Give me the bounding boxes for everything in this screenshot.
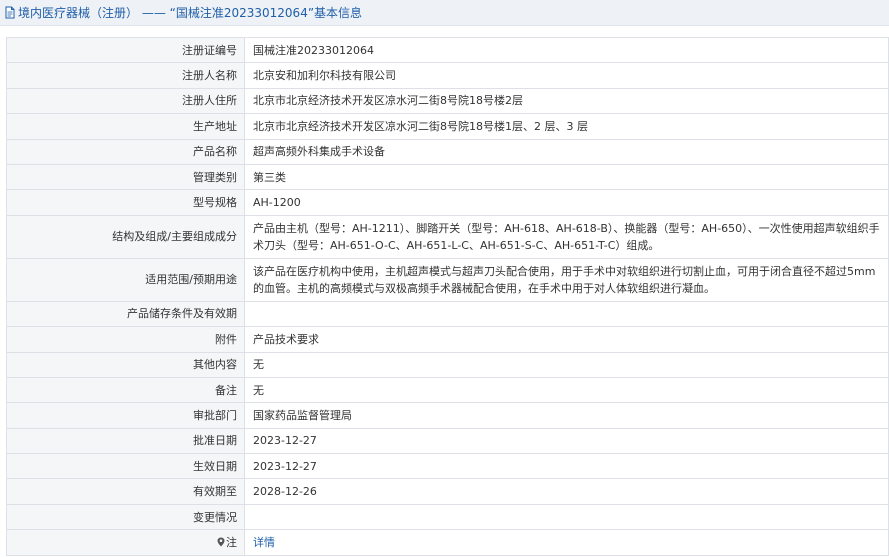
field-label: 管理类别: [6, 163, 245, 191]
field-value: 2023-12-27: [244, 427, 889, 455]
field-value: 2023-12-27: [244, 453, 889, 480]
field-label: 其他内容: [6, 351, 245, 378]
details-link[interactable]: 详情: [253, 536, 275, 549]
field-label: 附件: [6, 326, 245, 353]
field-value: 北京市北京经济技术开发区凉水河二街8号院18号楼2层: [244, 87, 889, 115]
field-value: 该产品在医疗机构中使用，主机超声模式与超声刀头配合使用，用于手术中对软组织进行切…: [244, 257, 889, 302]
field-value: 无: [244, 351, 889, 378]
table-row: 注册证编号 国械注准20233012064: [6, 36, 889, 64]
field-value: 2028-12-26: [244, 478, 889, 505]
page-title: 境内医疗器械（注册） —— “国械注准20233012064”基本信息: [18, 6, 363, 20]
field-value: AH-1200: [244, 189, 889, 216]
note-label-cell: 注: [6, 529, 245, 556]
table-row: 其他内容 无: [6, 351, 889, 378]
field-label: 适用范围/预期用途: [6, 257, 245, 302]
table-row: 适用范围/预期用途 该产品在医疗机构中使用，主机超声模式与超声刀头配合使用，用于…: [6, 257, 889, 302]
field-label: 产品储存条件及有效期: [6, 300, 245, 328]
table-row: 产品名称 超声高频外科集成手术设备: [6, 138, 889, 165]
field-value: 北京安和加利尔科技有限公司: [244, 62, 889, 89]
table-row: 备注 无: [6, 376, 889, 404]
table-row: 注册人住所 北京市北京经济技术开发区凉水河二街8号院18号楼2层: [6, 87, 889, 115]
table-row: 有效期至 2028-12-26: [6, 478, 889, 505]
note-value-cell: 详情: [244, 529, 889, 556]
info-table: 注册证编号 国械注准20233012064 注册人名称 北京安和加利尔科技有限公…: [6, 36, 889, 556]
note-label: 注: [226, 535, 237, 549]
field-label: 备注: [6, 376, 245, 404]
table-row: 审批部门 国家药品监督管理局: [6, 402, 889, 429]
field-label: 产品名称: [6, 138, 245, 165]
field-value: [244, 503, 889, 531]
field-value: 第三类: [244, 163, 889, 191]
field-label: 有效期至: [6, 478, 245, 505]
field-label: 注册人住所: [6, 87, 245, 115]
field-value: 产品技术要求: [244, 326, 889, 353]
field-value: [244, 300, 889, 328]
field-label: 注册证编号: [6, 36, 245, 64]
field-label: 结构及组成/主要组成成分: [6, 214, 245, 259]
document-icon: [5, 6, 15, 19]
table-row: 生效日期 2023-12-27: [6, 453, 889, 480]
field-label: 生效日期: [6, 453, 245, 480]
field-value: 北京市北京经济技术开发区凉水河二街8号院18号楼1层、2 层、3 层: [244, 113, 889, 140]
table-row: 产品储存条件及有效期: [6, 300, 889, 328]
table-row: 生产地址 北京市北京经济技术开发区凉水河二街8号院18号楼1层、2 层、3 层: [6, 113, 889, 140]
table-row: 批准日期 2023-12-27: [6, 427, 889, 455]
table-row: 结构及组成/主要组成成分 产品由主机（型号：AH-1211）、脚踏开关（型号：A…: [6, 214, 889, 259]
table-row: 附件 产品技术要求: [6, 326, 889, 353]
field-value: 无: [244, 376, 889, 404]
table-row: 注册人名称 北京安和加利尔科技有限公司: [6, 62, 889, 89]
info-table-container: 注册证编号 国械注准20233012064 注册人名称 北京安和加利尔科技有限公…: [6, 36, 889, 556]
field-label: 注册人名称: [6, 62, 245, 89]
field-label: 型号规格: [6, 189, 245, 216]
field-value: 超声高频外科集成手术设备: [244, 138, 889, 165]
field-value: 国械注准20233012064: [244, 36, 889, 64]
field-label: 变更情况: [6, 503, 245, 531]
table-row: 型号规格 AH-1200: [6, 189, 889, 216]
field-label: 生产地址: [6, 113, 245, 140]
note-row: 注 详情: [6, 529, 889, 556]
field-value: 产品由主机（型号：AH-1211）、脚踏开关（型号：AH-618、AH-618-…: [244, 214, 889, 259]
field-label: 批准日期: [6, 427, 245, 455]
location-pin-icon: [217, 537, 225, 547]
field-label: 审批部门: [6, 402, 245, 429]
table-row: 变更情况: [6, 503, 889, 531]
table-row: 管理类别 第三类: [6, 163, 889, 191]
page-header: 境内医疗器械（注册） —— “国械注准20233012064”基本信息: [0, 0, 889, 26]
field-value: 国家药品监督管理局: [244, 402, 889, 429]
